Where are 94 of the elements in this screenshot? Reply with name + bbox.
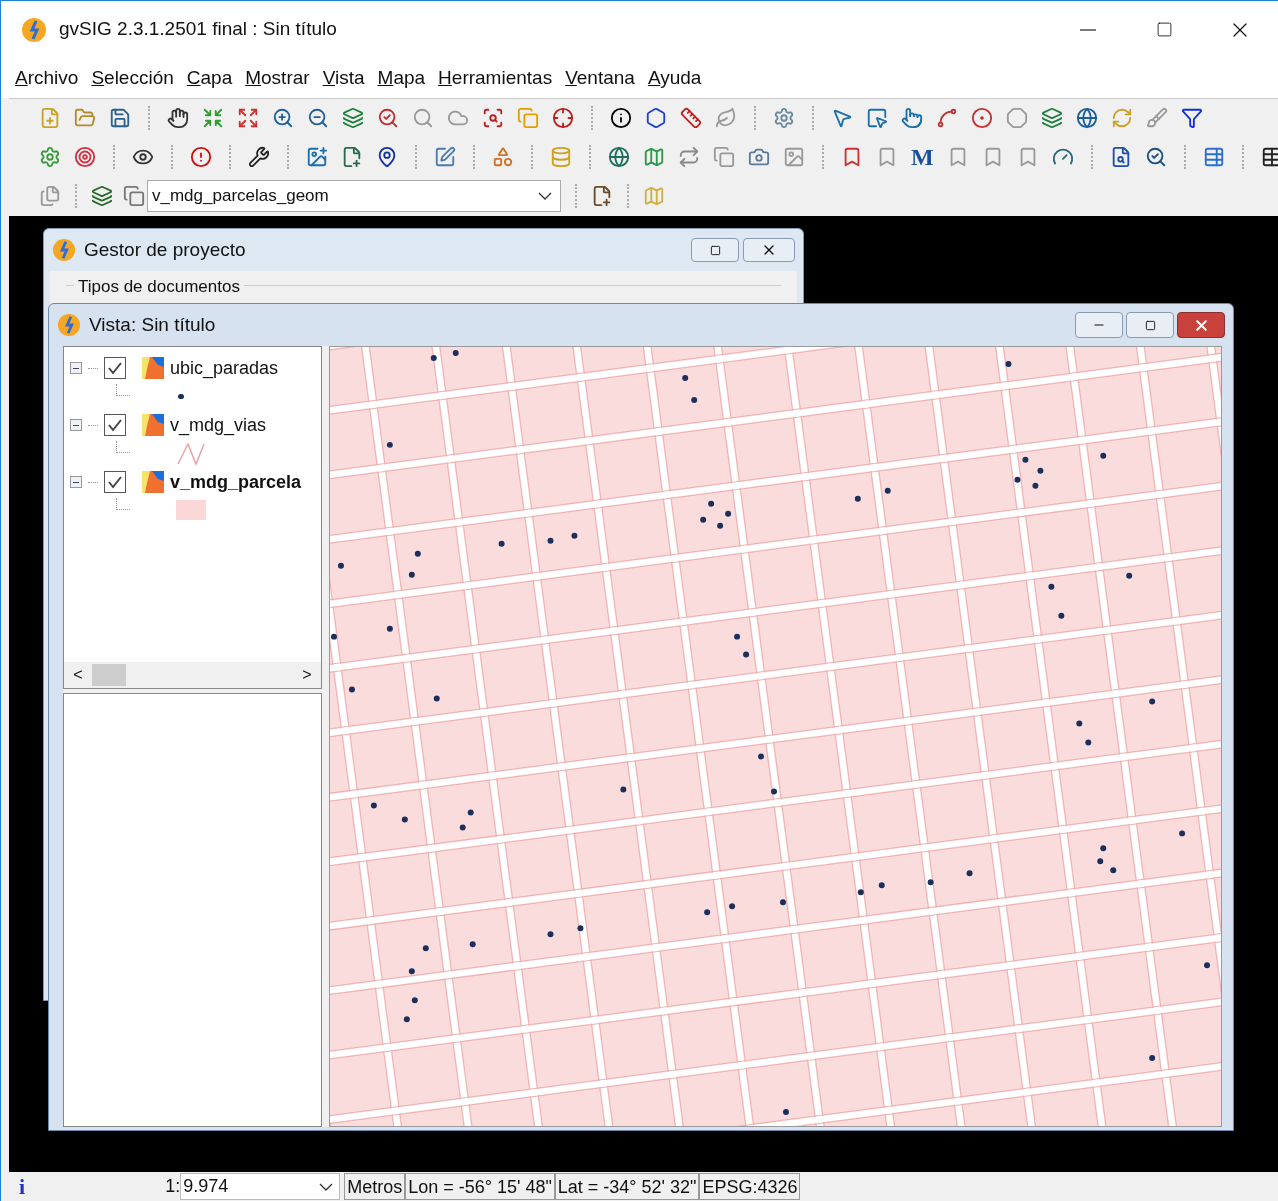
legend-tool-button[interactable]: M bbox=[911, 145, 934, 169]
tools-icon[interactable] bbox=[248, 146, 270, 168]
layer-checkbox[interactable] bbox=[104, 471, 126, 493]
filter-icon[interactable] bbox=[1181, 107, 1203, 130]
documents-icon[interactable] bbox=[39, 185, 61, 208]
close-button[interactable] bbox=[1177, 312, 1225, 338]
menu-item[interactable]: Selección bbox=[91, 63, 174, 93]
zoom-select-icon[interactable] bbox=[482, 107, 504, 130]
select-circle-icon[interactable] bbox=[971, 107, 993, 130]
area-icon[interactable] bbox=[645, 107, 667, 130]
scroll-right-button[interactable]: > bbox=[293, 662, 321, 688]
add-layer-icon[interactable] bbox=[306, 146, 328, 168]
zoom-layer-icon[interactable] bbox=[377, 107, 399, 130]
info-icon[interactable] bbox=[610, 107, 632, 130]
close-button[interactable] bbox=[743, 238, 795, 262]
chevron-down-icon bbox=[538, 192, 552, 201]
table-icon[interactable] bbox=[1260, 146, 1278, 168]
alert-icon[interactable] bbox=[190, 146, 212, 168]
save-icon[interactable] bbox=[109, 107, 131, 130]
point-symbol-icon bbox=[178, 393, 184, 399]
collapse-toggle[interactable] bbox=[70, 419, 82, 431]
app-logo-icon bbox=[52, 238, 76, 262]
select-rectangle-icon[interactable] bbox=[866, 107, 888, 130]
info-icon: i bbox=[19, 1175, 26, 1198]
globe-icon[interactable] bbox=[1076, 107, 1098, 130]
ruler-icon[interactable] bbox=[680, 107, 702, 130]
window-title: Vista: Sin título bbox=[89, 312, 216, 337]
layer-icon bbox=[142, 357, 164, 379]
minimize-icon bbox=[1080, 28, 1096, 31]
layer-checkbox[interactable] bbox=[104, 357, 126, 379]
maximize-button[interactable] bbox=[1126, 312, 1174, 338]
layer-icon bbox=[142, 471, 164, 493]
magnifier-icon[interactable] bbox=[412, 107, 434, 130]
latitude-field: Lat = -34° 52' 32" bbox=[554, 1173, 700, 1200]
layers-icon[interactable] bbox=[342, 107, 364, 130]
crs-field: EPSG:4326 bbox=[699, 1173, 801, 1200]
window-title: gvSIG 2.3.1.2501 final : Sin título bbox=[59, 17, 337, 42]
layer-name[interactable]: v_mdg_parcela bbox=[170, 468, 302, 496]
camera-icon[interactable] bbox=[748, 146, 770, 168]
target-icon[interactable] bbox=[74, 146, 96, 168]
copy-icon[interactable] bbox=[713, 146, 735, 168]
menu-item[interactable]: Capa bbox=[186, 63, 233, 93]
layer-combo[interactable]: v_mdg_parcelas_geom bbox=[147, 180, 561, 213]
window-title: Gestor de proyecto bbox=[84, 237, 246, 262]
add-document-icon[interactable] bbox=[591, 185, 613, 208]
scrollbar-thumb[interactable] bbox=[92, 664, 126, 686]
settings-icon[interactable] bbox=[773, 107, 795, 130]
restore-icon bbox=[709, 244, 721, 256]
scale-combo[interactable]: 9.974 bbox=[180, 1173, 341, 1200]
menu-item[interactable]: Ventana bbox=[565, 63, 635, 93]
menu-item[interactable]: Ayuda bbox=[647, 63, 702, 93]
pan-hand-icon[interactable] bbox=[167, 107, 189, 130]
scale-label: 1: bbox=[165, 1175, 181, 1198]
add-table-icon[interactable] bbox=[341, 146, 363, 168]
maximize-icon bbox=[1155, 21, 1173, 38]
zoom-extent-icon[interactable] bbox=[237, 107, 259, 130]
scroll-left-button[interactable]: < bbox=[64, 662, 92, 688]
app-logo-icon bbox=[57, 313, 81, 337]
layer-checkbox[interactable] bbox=[104, 414, 126, 436]
select-pointer-icon[interactable] bbox=[831, 107, 853, 130]
menu-item[interactable]: Vista bbox=[322, 63, 365, 93]
menu-item[interactable]: Mapa bbox=[377, 63, 426, 93]
add-point-icon[interactable] bbox=[376, 146, 398, 168]
image-icon[interactable] bbox=[783, 146, 805, 168]
layer-icon bbox=[142, 414, 164, 436]
coordinates-icon[interactable] bbox=[552, 107, 574, 130]
line-symbol-icon bbox=[176, 440, 206, 466]
layer-name[interactable]: ubic_paradas bbox=[170, 354, 279, 382]
polygon-symbol-icon bbox=[176, 500, 206, 520]
leaf-icon[interactable] bbox=[715, 107, 737, 130]
menu-item[interactable]: Mostrar bbox=[245, 63, 310, 93]
select-layer-icon[interactable] bbox=[1041, 107, 1063, 130]
layer-properties-icon[interactable] bbox=[123, 185, 145, 208]
reload-icon[interactable] bbox=[678, 146, 700, 168]
zoom-out-icon[interactable] bbox=[307, 107, 329, 130]
chevron-down-icon bbox=[319, 1182, 334, 1191]
collapse-toggle[interactable] bbox=[70, 362, 82, 374]
layer-stack-icon[interactable] bbox=[91, 185, 113, 208]
zoom-in-icon[interactable] bbox=[272, 107, 294, 130]
clear-selection-icon[interactable] bbox=[1146, 107, 1168, 130]
menu-item[interactable]: Herramientas bbox=[438, 63, 553, 93]
world-icon[interactable] bbox=[608, 146, 630, 168]
map-icon[interactable] bbox=[643, 146, 665, 168]
gear-icon[interactable] bbox=[39, 146, 61, 168]
app-logo-icon bbox=[21, 16, 47, 43]
longitude-field: Lon = -56° 15' 48" bbox=[405, 1173, 555, 1200]
collapse-toggle[interactable] bbox=[70, 476, 82, 488]
units-field: Metros bbox=[344, 1173, 406, 1200]
maximize-icon bbox=[1144, 319, 1156, 331]
list-icon[interactable] bbox=[1202, 146, 1225, 168]
menu-item[interactable]: Archivo bbox=[15, 63, 79, 93]
edit-frame-icon[interactable] bbox=[434, 146, 456, 168]
layer-name[interactable]: v_mdg_vias bbox=[170, 411, 267, 439]
restore-button[interactable] bbox=[691, 238, 739, 262]
